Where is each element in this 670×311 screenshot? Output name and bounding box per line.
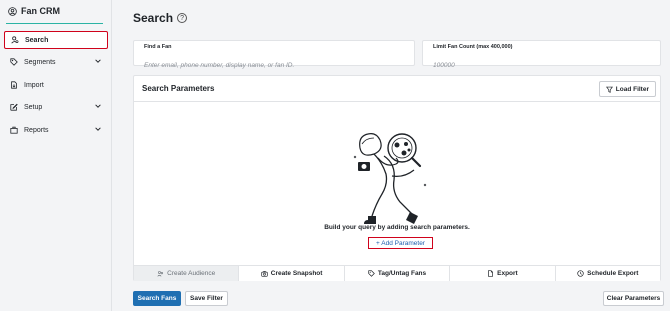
page-title-text: Search	[133, 11, 174, 25]
sidebar-item-label: Reports	[24, 126, 49, 134]
action-label: Tag/Untag Fans	[377, 270, 427, 277]
empty-state-text: Build your query by adding search parame…	[324, 224, 470, 231]
sidebar-item-label: Search	[25, 36, 49, 44]
sidebar: Fan CRM Search Segments Import Setup Rep…	[0, 0, 112, 311]
person-search-icon	[8, 36, 22, 44]
app-brand[interactable]: Fan CRM	[8, 6, 60, 16]
sidebar-item-setup[interactable]: Setup	[4, 98, 108, 116]
sidebar-item-label: Segments	[24, 58, 56, 66]
action-label: Create Snapshot	[270, 270, 323, 277]
limit-fan-count-input[interactable]	[433, 62, 650, 69]
tag-untag-fans-button[interactable]: Tag/Untag Fans	[344, 266, 451, 281]
save-filter-button[interactable]: Save Filter	[185, 291, 228, 306]
user-circle-icon	[8, 6, 17, 16]
briefcase-icon	[7, 126, 21, 134]
chevron-down-icon	[94, 57, 102, 67]
page-title: Search ?	[133, 11, 188, 25]
empty-state-illustration	[353, 133, 427, 224]
load-filter-button[interactable]: Load Filter	[598, 81, 656, 97]
sidebar-item-search[interactable]: Search	[4, 31, 108, 49]
find-fan-label: Find a Fan	[144, 44, 172, 50]
sidebar-item-segments[interactable]: Segments	[4, 53, 108, 71]
limit-fan-count-label: Limit Fan Count (max 400,000)	[433, 44, 513, 50]
find-fan-card: Find a Fan	[133, 40, 415, 69]
app-name: Fan CRM	[21, 6, 60, 16]
search-parameters-header: Search Parameters Load Filter	[134, 76, 660, 102]
search-fans-button[interactable]: Search Fans	[133, 291, 181, 306]
find-fan-input[interactable]	[144, 62, 404, 69]
help-icon[interactable]: ?	[177, 13, 188, 23]
chevron-down-icon	[94, 125, 102, 135]
clear-parameters-button[interactable]: Clear Parameters	[603, 291, 664, 306]
tag-icon	[368, 270, 375, 277]
file-import-icon	[7, 81, 21, 89]
filter-icon	[605, 86, 613, 93]
schedule-export-button[interactable]: Schedule Export	[555, 266, 661, 281]
search-parameters-title: Search Parameters	[142, 84, 215, 93]
brand-divider	[6, 23, 103, 24]
search-parameters-card: Search Parameters Load Filter Build your…	[133, 75, 661, 281]
limit-fan-count-card: Limit Fan Count (max 400,000)	[422, 40, 661, 69]
create-snapshot-button[interactable]: Create Snapshot	[239, 266, 345, 281]
tag-icon	[7, 58, 21, 66]
load-filter-label: Load Filter	[615, 85, 649, 93]
sidebar-item-label: Import	[24, 81, 44, 89]
edit-icon	[7, 103, 21, 111]
add-parameter-button[interactable]: + Add Parameter	[368, 237, 433, 249]
sidebar-item-reports[interactable]: Reports	[4, 121, 108, 139]
action-label: Export	[497, 270, 518, 277]
chevron-down-icon	[94, 102, 102, 112]
file-export-icon	[488, 270, 494, 277]
create-audience-button[interactable]: Create Audience	[134, 266, 240, 281]
sidebar-item-import[interactable]: Import	[4, 76, 108, 94]
action-label: Schedule Export	[587, 270, 639, 277]
camera-icon	[261, 270, 268, 277]
clock-icon	[577, 270, 584, 277]
sidebar-item-label: Setup	[24, 103, 43, 111]
action-label: Create Audience	[167, 270, 216, 277]
audience-icon	[157, 271, 164, 277]
export-button[interactable]: Export	[450, 266, 556, 281]
action-bar: Create Audience Create Snapshot Tag/Unta…	[134, 265, 661, 281]
